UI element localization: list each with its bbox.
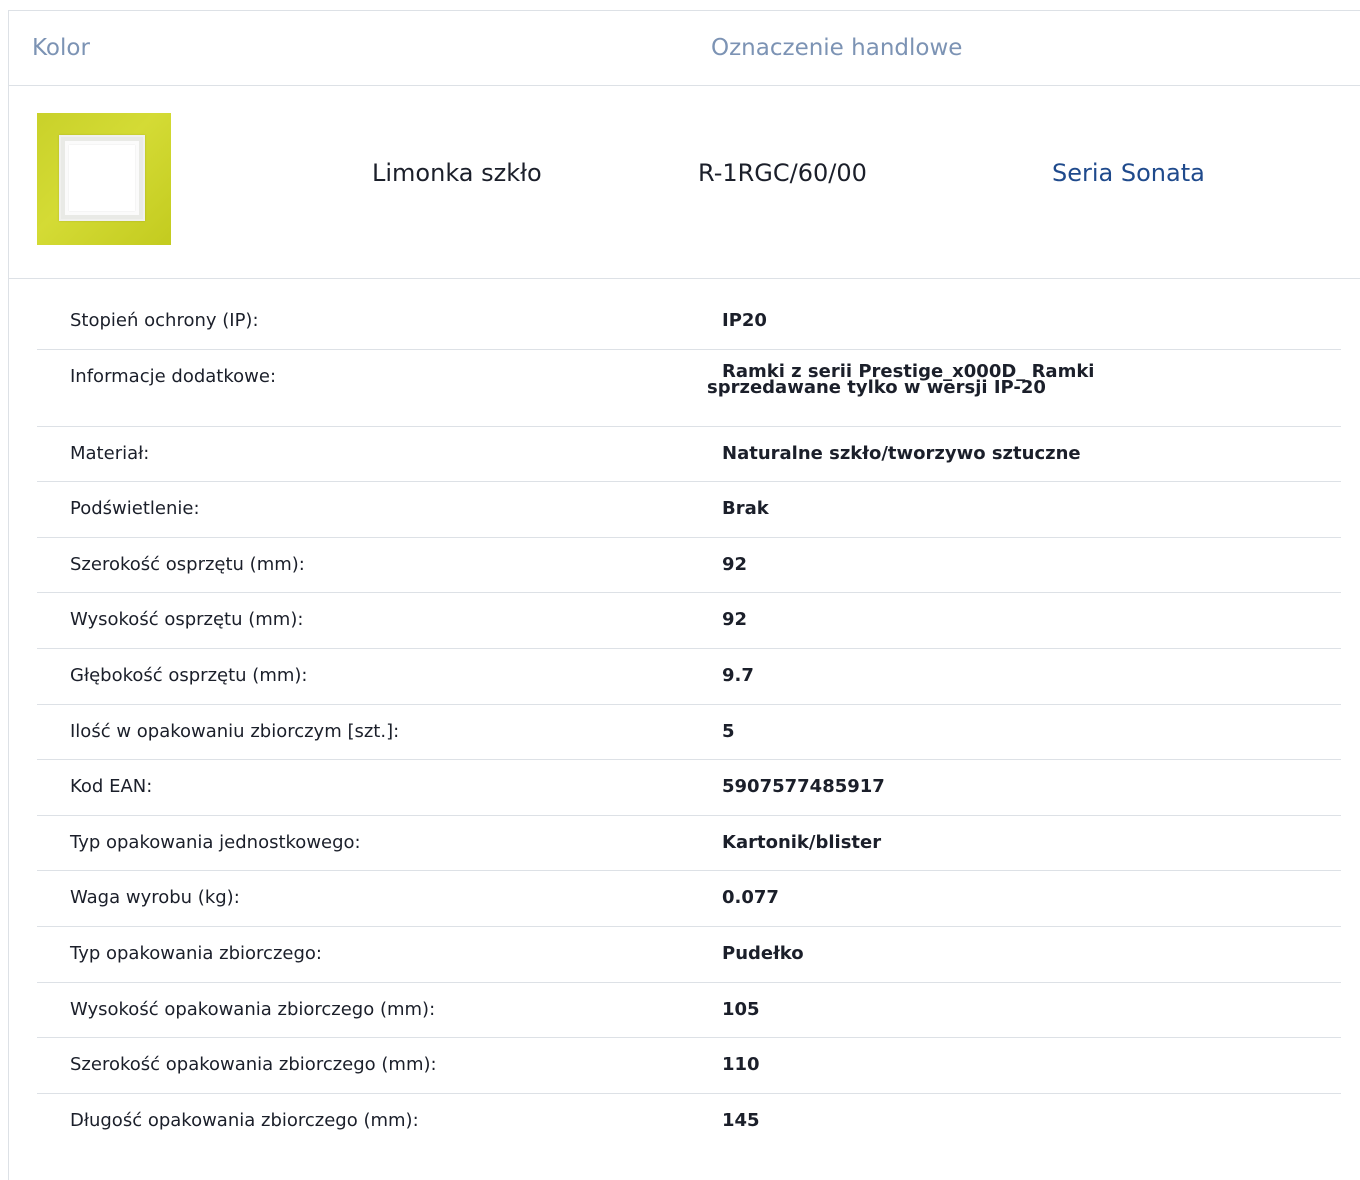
color-name: Limonka szkło: [372, 159, 542, 187]
spec-row: Typ opakowania jednostkowego: Kartonik/b…: [37, 816, 1341, 872]
spec-label: Wysokość osprzętu (mm):: [70, 609, 304, 631]
spec-value: 105: [722, 998, 760, 1020]
spec-row: Waga wyrobu (kg): 0.077: [37, 871, 1341, 927]
spec-value: Pudełko: [722, 942, 804, 964]
spec-value: 9.7: [722, 664, 754, 686]
spec-row: Podświetlenie: Brak: [37, 482, 1341, 538]
spec-row: Wysokość opakowania zbiorczego (mm): 105: [37, 983, 1341, 1039]
spec-label: Informacje dodatkowe:: [70, 365, 277, 387]
spec-row: Głębokość osprzętu (mm): 9.7: [37, 649, 1341, 705]
spec-row: Długość opakowania zbiorczego (mm): 145: [37, 1094, 1341, 1150]
spec-row: Szerokość opakowania zbiorczego (mm): 11…: [37, 1038, 1341, 1094]
spec-row: Szerokość osprzętu (mm): 92: [37, 538, 1341, 594]
spec-label: Typ opakowania jednostkowego:: [70, 831, 361, 853]
frame-swatch-icon: [37, 113, 171, 245]
series-link[interactable]: Seria Sonata: [1052, 159, 1205, 187]
spec-value: 145: [722, 1109, 760, 1131]
spec-label: Długość opakowania zbiorczego (mm):: [70, 1109, 419, 1131]
spec-label: Stopień ochrony (IP):: [70, 310, 259, 331]
spec-row: Informacje dodatkowe: Ramki z serii Pres…: [37, 350, 1341, 427]
spec-label: Kod EAN:: [70, 776, 153, 798]
spec-value: IP20: [722, 310, 767, 331]
trade-designation-column-header: Oznaczenie handlowe: [711, 35, 963, 61]
spec-value: Naturalne szkło/tworzywo sztuczne: [722, 442, 1081, 464]
spec-value: 0.077: [722, 887, 779, 909]
spec-row: Materiał: Naturalne szkło/tworzywo sztuc…: [37, 427, 1341, 483]
spec-value: 5907577485917: [722, 776, 885, 798]
spec-label: Waga wyrobu (kg):: [70, 887, 240, 909]
spec-row: Wysokość osprzętu (mm): 92: [37, 593, 1341, 649]
product-divider: [9, 278, 1360, 279]
spec-value: 92: [722, 609, 748, 631]
spec-row: Typ opakowania zbiorczego: Pudełko: [37, 927, 1341, 983]
spec-value: 92: [722, 553, 748, 575]
spec-label: Materiał:: [70, 442, 150, 464]
spec-table: Stopień ochrony (IP): IP20 Informacje do…: [37, 294, 1341, 1149]
spec-label: Podświetlenie:: [70, 498, 200, 520]
spec-label: Wysokość opakowania zbiorczego (mm):: [70, 998, 436, 1020]
spec-value: Kartonik/blister: [722, 831, 882, 853]
spec-label: Ilość w opakowaniu zbiorczym [szt.]:: [70, 720, 400, 742]
spec-label: Typ opakowania zbiorczego:: [70, 942, 322, 964]
product-code: R-1RGC/60/00: [698, 159, 867, 187]
header-divider: [9, 85, 1360, 86]
spec-value: 5: [722, 720, 735, 742]
spec-label: Głębokość osprzętu (mm):: [70, 664, 308, 686]
spec-label: Szerokość osprzętu (mm):: [70, 553, 305, 575]
spec-value: Brak: [722, 498, 769, 520]
spec-row: Ilość w opakowaniu zbiorczym [szt.]: 5: [37, 705, 1341, 761]
color-column-header: Kolor: [32, 35, 90, 61]
spec-row: Kod EAN: 5907577485917: [37, 760, 1341, 816]
spec-value: Ramki z serii Prestige_x000D_ Ramki sprz…: [707, 360, 1095, 398]
spec-value: 110: [722, 1054, 760, 1076]
spec-label: Szerokość opakowania zbiorczego (mm):: [70, 1054, 437, 1076]
spec-row: Stopień ochrony (IP): IP20: [37, 294, 1341, 350]
